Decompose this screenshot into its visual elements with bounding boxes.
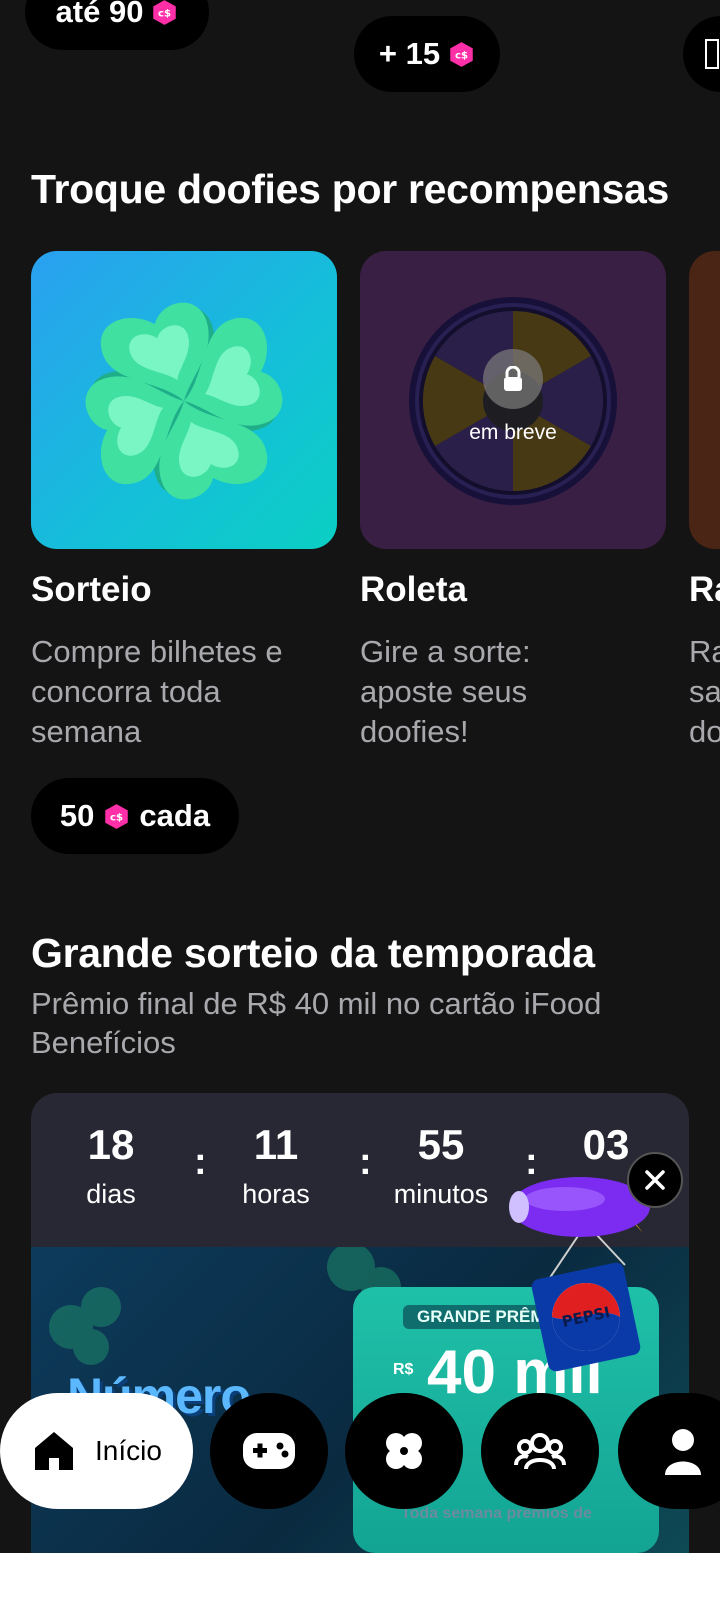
nav-games-tab[interactable] xyxy=(210,1393,328,1509)
days-value: 18 xyxy=(87,1121,135,1168)
countdown-separator: : xyxy=(194,1141,207,1183)
nav-clover-tab[interactable] xyxy=(345,1393,463,1509)
gamepad-icon xyxy=(243,1433,295,1469)
countdown-separator: : xyxy=(359,1141,372,1183)
third-card-title: Ra xyxy=(689,570,720,609)
svg-text:c$: c$ xyxy=(455,50,468,61)
placeholder-glyph-icon xyxy=(705,39,719,69)
chip-text: até 90 xyxy=(55,0,144,29)
third-card-description: Ra sa do xyxy=(689,634,720,749)
users-group-icon xyxy=(514,1433,566,1470)
reward-chip-ate-90[interactable]: até 90 c$ xyxy=(25,0,209,50)
close-icon xyxy=(645,1170,665,1190)
banner-footer-text: Toda semana prêmios de xyxy=(401,1505,592,1522)
sorteio-card[interactable] xyxy=(31,251,337,549)
chip-text: + 15 xyxy=(378,36,441,71)
doofie-coin-icon: c$ xyxy=(450,41,473,67)
countdown-days: 18 dias xyxy=(46,1121,176,1210)
hours-label: horas xyxy=(242,1179,310,1209)
roleta-title: Roleta xyxy=(360,570,467,609)
pepsi-blimp-icon[interactable]: PEPSI xyxy=(505,1175,685,1395)
season-subtitle: Prêmio final de R$ 40 mil no cartão iFoo… xyxy=(31,986,602,1060)
price-suffix: cada xyxy=(139,798,211,833)
prize-currency: R$ xyxy=(393,1361,414,1378)
reward-chip-partial[interactable] xyxy=(683,16,720,92)
doofie-coin-icon: c$ xyxy=(105,803,129,829)
minutes-value: 55 xyxy=(417,1121,465,1168)
minutes-label: minutos xyxy=(393,1179,489,1209)
nav-community-tab[interactable] xyxy=(481,1393,599,1509)
close-ad-button[interactable] xyxy=(627,1152,683,1208)
clover-icon xyxy=(386,1433,422,1469)
nav-home-label: Início xyxy=(95,1435,162,1466)
hours-value: 11 xyxy=(253,1121,299,1168)
reward-chip-plus-15[interactable]: + 15 c$ xyxy=(354,16,500,92)
svg-text:c$: c$ xyxy=(158,8,171,19)
doofie-coin-icon: c$ xyxy=(153,0,177,25)
home-icon xyxy=(35,1432,74,1470)
section-title-rewards: Troque doofies por recompensas xyxy=(31,166,670,212)
coming-soon-label: em breve xyxy=(469,421,557,444)
lock-icon xyxy=(483,349,543,409)
countdown-minutes: 55 minutos xyxy=(376,1121,506,1210)
sorteio-description: Compre bilhetes e concorra toda semana xyxy=(31,634,283,749)
nav-home-tab[interactable]: Início xyxy=(0,1393,193,1509)
days-label: dias xyxy=(86,1179,136,1209)
svg-text:c$: c$ xyxy=(110,812,123,823)
price-per-ticket-chip: 50 c$ cada xyxy=(31,778,239,854)
app-screen: até 90 c$ + 15 c$ Troque doofies por rec… xyxy=(0,0,720,1553)
sorteio-title: Sorteio xyxy=(31,570,152,609)
system-bottom-bar xyxy=(0,1553,720,1600)
four-leaf-clover-icon xyxy=(85,302,283,500)
roleta-card[interactable]: em breve xyxy=(360,251,666,549)
user-icon xyxy=(665,1429,701,1475)
section-title-season: Grande sorteio da temporada xyxy=(31,930,595,976)
price-number: 50 xyxy=(59,798,95,833)
roleta-description: Gire a sorte: aposte seus doofies! xyxy=(360,634,531,749)
third-reward-card[interactable] xyxy=(689,251,720,549)
countdown-hours: 11 horas xyxy=(211,1121,341,1210)
